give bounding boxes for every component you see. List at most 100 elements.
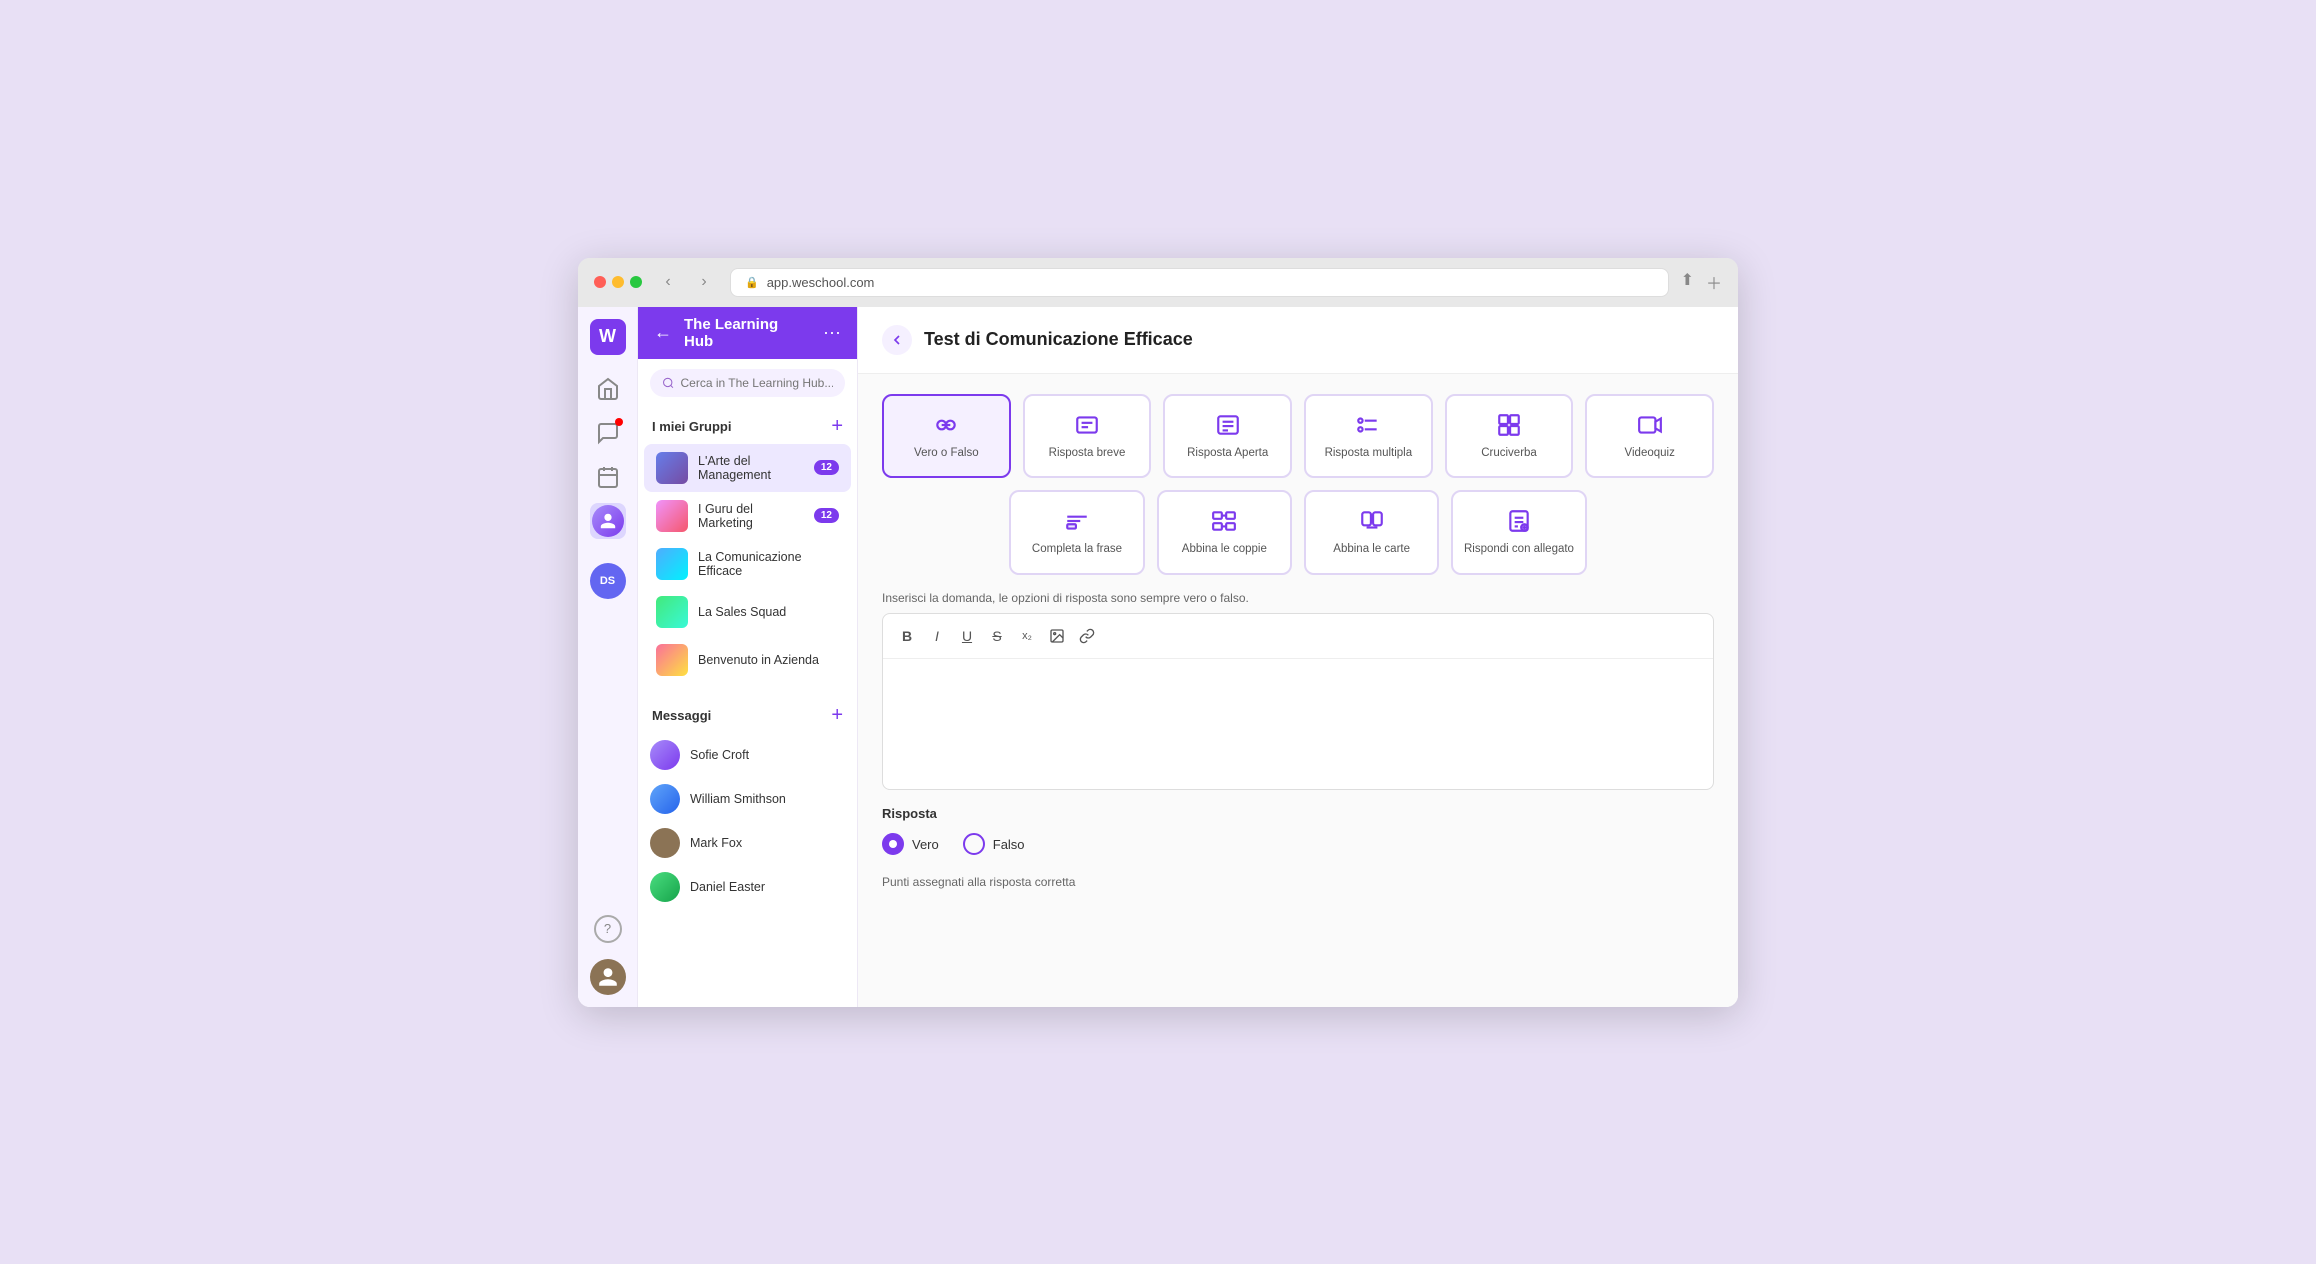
sidebar-menu-button[interactable]: ··· (823, 322, 841, 343)
toolbar-italic[interactable]: I (923, 622, 951, 650)
share-icon[interactable]: ⬆ (1681, 270, 1694, 294)
address-bar[interactable]: 🔒 app.weschool.com (730, 268, 1669, 297)
risposta-aperta-icon (1215, 412, 1241, 438)
toolbar-underline[interactable]: U (953, 622, 981, 650)
card-risposta-aperta[interactable]: Risposta Aperta (1163, 394, 1292, 479)
editor-toolbar: B I U S x₂ (883, 614, 1713, 659)
new-tab-icon[interactable]: ＋ (1706, 270, 1722, 294)
msg-name-daniel: Daniel Easter (690, 880, 765, 894)
nav-home-button[interactable] (590, 371, 626, 407)
card-label-vero-falso: Vero o Falso (914, 446, 979, 461)
rispondi-allegato-icon (1506, 508, 1532, 534)
chat-badge (615, 418, 623, 426)
msg-item-mark[interactable]: Mark Fox (638, 821, 857, 865)
search-icon (662, 376, 674, 390)
card-cruciverba[interactable]: Cruciverba (1445, 394, 1574, 479)
page-header: Test di Comunicazione Efficace (858, 307, 1738, 374)
user-avatar[interactable] (590, 959, 626, 995)
group-item-guru-marketing[interactable]: I Guru del Marketing 12 (644, 492, 851, 540)
back-nav-button[interactable]: ‹ (654, 268, 682, 296)
punti-label: Punti assegnati alla risposta corretta (882, 875, 1714, 889)
abbina-coppie-icon (1211, 508, 1237, 534)
card-risposta-multipla[interactable]: Risposta multipla (1304, 394, 1433, 479)
card-videoquiz[interactable]: Videoquiz (1585, 394, 1714, 479)
radio-group: Vero Falso (882, 833, 1714, 855)
toolbar-link[interactable] (1073, 622, 1101, 650)
group-badge-2: 12 (814, 508, 839, 523)
card-label-abbina-coppie: Abbina le coppie (1182, 542, 1267, 557)
question-types-row1: Vero o Falso Risposta breve (882, 394, 1714, 479)
card-rispondi-allegato[interactable]: Rispondi con allegato (1451, 490, 1586, 575)
browser-window: ‹ › 🔒 app.weschool.com ⬆ ＋ W (578, 258, 1738, 1007)
risposta-multipla-icon (1355, 412, 1381, 438)
group-name-4: La Sales Squad (698, 605, 839, 619)
groups-section-title: I miei Gruppi (652, 419, 731, 434)
forward-nav-button[interactable]: › (690, 268, 718, 296)
cruciverba-icon (1496, 412, 1522, 438)
add-group-button[interactable]: + (831, 415, 843, 438)
abbina-carte-icon (1359, 508, 1385, 534)
nav-calendar-button[interactable] (590, 459, 626, 495)
nav-profile-button[interactable] (590, 503, 626, 539)
groups-section-header: I miei Gruppi + (638, 403, 857, 444)
card-label-cruciverba: Cruciverba (1481, 446, 1537, 461)
group-item-comunicazione[interactable]: La Comunicazione Efficace (644, 540, 851, 588)
card-abbina-carte[interactable]: Abbina le carte (1304, 490, 1439, 575)
radio-vero[interactable]: Vero (882, 833, 939, 855)
card-label-completa-frase: Completa la frase (1032, 542, 1122, 557)
question-types-container: Vero o Falso Risposta breve (858, 374, 1738, 592)
sidebar-title: The Learning Hub (684, 316, 811, 350)
lock-icon: 🔒 (745, 276, 759, 289)
sidebar-search-input[interactable] (680, 376, 833, 390)
toolbar-subscript[interactable]: x₂ (1013, 622, 1041, 650)
msg-avatar-mark (650, 828, 680, 858)
group-item-benvenuto[interactable]: Benvenuto in Azienda (644, 636, 851, 684)
back-button[interactable] (882, 325, 912, 355)
radio-falso[interactable]: Falso (963, 833, 1025, 855)
msg-avatar-daniel (650, 872, 680, 902)
toolbar-bold[interactable]: B (893, 622, 921, 650)
group-name-5: Benvenuto in Azienda (698, 653, 839, 667)
risposta-breve-icon (1074, 412, 1100, 438)
traffic-lights (594, 276, 642, 288)
card-risposta-breve[interactable]: Risposta breve (1023, 394, 1152, 479)
help-button[interactable]: ? (594, 915, 622, 943)
msg-item-sofie[interactable]: Sofie Croft (638, 733, 857, 777)
card-label-abbina-carte: Abbina le carte (1333, 542, 1410, 557)
page-title: Test di Comunicazione Efficace (924, 329, 1193, 350)
narrow-sidebar: W (578, 307, 638, 1007)
card-abbina-coppie[interactable]: Abbina le coppie (1157, 490, 1292, 575)
sidebar-back-button[interactable]: ← (654, 322, 672, 343)
minimize-button[interactable] (612, 276, 624, 288)
group-name-3: La Comunicazione Efficace (698, 550, 839, 578)
messages-section-title: Messaggi (652, 708, 711, 723)
msg-item-daniel[interactable]: Daniel Easter (638, 865, 857, 909)
msg-item-william[interactable]: William Smithson (638, 777, 857, 821)
toolbar-image[interactable] (1043, 622, 1071, 650)
group-badge-1: 12 (814, 460, 839, 475)
group-top-bar: ← The Learning Hub ··· (638, 307, 857, 359)
radio-circle-falso (963, 833, 985, 855)
editor-box: B I U S x₂ (882, 613, 1714, 790)
group-item-arte-management[interactable]: L'Arte del Management 12 (644, 444, 851, 492)
card-label-risposta-aperta: Risposta Aperta (1187, 446, 1268, 461)
app-container: W (578, 307, 1738, 1007)
url-text: app.weschool.com (767, 275, 875, 290)
risposta-section: Risposta Vero Falso (858, 790, 1738, 871)
group-item-sales-squad[interactable]: La Sales Squad (644, 588, 851, 636)
question-types-row2: Completa la frase (882, 490, 1714, 591)
card-vero-falso[interactable]: Vero o Falso (882, 394, 1011, 479)
toolbar-strikethrough[interactable]: S (983, 622, 1011, 650)
group-name-1: L'Arte del Management (698, 454, 804, 482)
editor-area[interactable] (883, 659, 1713, 789)
punti-section: Punti assegnati alla risposta corretta (858, 871, 1738, 905)
msg-name-william: William Smithson (690, 792, 786, 806)
fullscreen-button[interactable] (630, 276, 642, 288)
card-label-risposta-breve: Risposta breve (1049, 446, 1126, 461)
nav-chat-button[interactable] (590, 415, 626, 451)
card-completa-frase[interactable]: Completa la frase (1009, 490, 1144, 575)
add-message-button[interactable]: + (831, 704, 843, 727)
ds-avatar[interactable]: DS (590, 563, 626, 599)
messages-section-header: Messaggi + (638, 692, 857, 733)
close-button[interactable] (594, 276, 606, 288)
